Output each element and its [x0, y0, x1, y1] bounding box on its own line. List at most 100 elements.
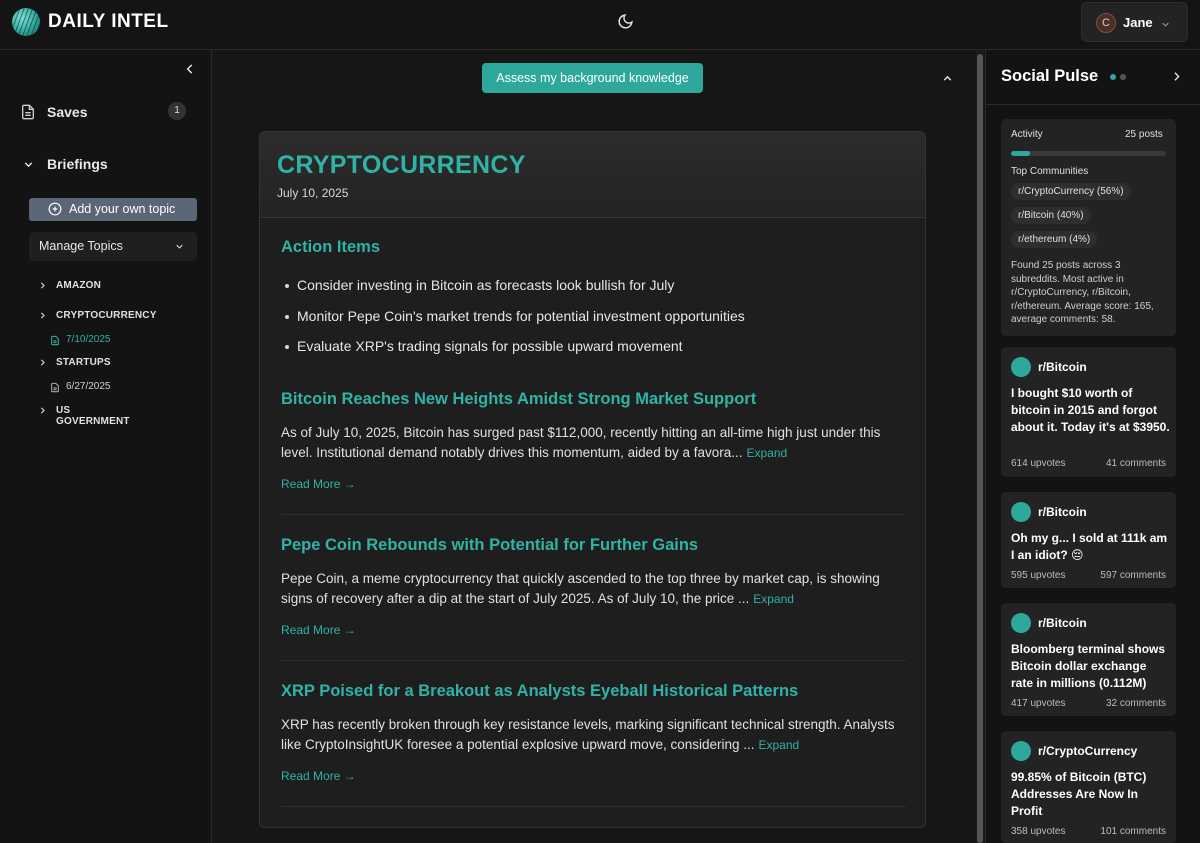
sidebar-item-saves[interactable]: Saves 1: [20, 102, 190, 124]
add-topic-label: Add your own topic: [69, 202, 176, 216]
post-upvotes: 614 upvotes: [1011, 458, 1066, 469]
social-post[interactable]: r/Bitcoin Oh my g... I sold at 111k am I…: [1001, 492, 1176, 588]
divider: [986, 104, 1200, 105]
expand-link[interactable]: Expand: [753, 592, 794, 606]
document-icon: [50, 382, 60, 396]
chevron-down-icon: [22, 158, 35, 176]
divider: [281, 660, 906, 661]
post-comments: 41 comments: [1105, 458, 1166, 469]
date-label: 6/27/2025: [66, 381, 111, 392]
document-icon: [50, 335, 60, 349]
chevron-up-icon[interactable]: [941, 72, 954, 90]
article-title[interactable]: Bitcoin Reaches New Heights Amidst Stron…: [281, 390, 756, 409]
post-text: Bloomberg terminal shows Bitcoin dollar …: [1011, 642, 1166, 690]
chevron-right-icon: [38, 406, 47, 418]
assess-knowledge-button[interactable]: Assess my background knowledge: [482, 63, 703, 93]
activity-count: 25 posts: [1125, 129, 1163, 140]
chevron-right-icon: [38, 358, 47, 370]
divider: [281, 514, 906, 515]
article-title[interactable]: XRP Poised for a Breakout as Analysts Ey…: [281, 682, 798, 701]
chevron-right-icon: [38, 281, 47, 293]
chevron-down-icon: [1160, 17, 1171, 35]
activity-label: Activity: [1011, 129, 1043, 140]
subreddit-avatar: [1011, 357, 1031, 377]
community-pill[interactable]: r/Bitcoin (40%): [1011, 207, 1091, 224]
community-pill[interactable]: r/ethereum (4%): [1011, 231, 1098, 248]
document-icon: [20, 103, 36, 126]
manage-topics-dropdown[interactable]: Manage Topics: [29, 232, 197, 261]
summary-text: XRP has recently broken through key resi…: [281, 717, 895, 752]
activity-bar-fill: [1011, 151, 1030, 156]
topic-label: STARTUPS: [56, 357, 111, 368]
post-text: 99.85% of Bitcoin (BTC) Addresses Are No…: [1011, 770, 1147, 818]
action-item-text: Monitor Pepe Coin's market trends for po…: [297, 308, 745, 324]
subreddit-avatar: [1011, 741, 1031, 761]
article-summary: Pepe Coin, a meme cryptocurrency that qu…: [281, 569, 906, 609]
social-post[interactable]: r/Bitcoin I bought $10 worth of bitcoin …: [1001, 347, 1176, 477]
post-comments: 32 comments: [1105, 698, 1166, 709]
collapse-sidebar-icon[interactable]: [183, 62, 197, 81]
briefing-date: July 10, 2025: [277, 186, 349, 200]
social-post[interactable]: r/CryptoCurrency 99.85% of Bitcoin (BTC)…: [1001, 731, 1176, 843]
topic-label: US GOVERNMENT: [56, 405, 130, 427]
action-items-title: Action Items: [281, 238, 381, 256]
post-text: Oh my g... I sold at 111k am I an idiot?…: [1011, 531, 1168, 562]
action-item-text: Consider investing in Bitcoin as forecas…: [297, 277, 675, 293]
chevron-right-icon[interactable]: [1170, 70, 1183, 88]
activity-summary: Found 25 posts across 3 subreddits. Most…: [1011, 260, 1154, 325]
sidebar-item-briefings[interactable]: Briefings: [20, 154, 190, 176]
saves-label: Saves: [47, 104, 88, 120]
post-comments: 597 comments: [1100, 570, 1166, 581]
status-dot: [1120, 74, 1126, 80]
summary-text: As of July 10, 2025, Bitcoin has surged …: [281, 425, 881, 460]
read-more-link[interactable]: Read More →: [281, 623, 356, 637]
briefing-title: CRYPTOCURRENCY: [277, 151, 526, 179]
expand-link[interactable]: Expand: [759, 738, 800, 752]
briefings-label: Briefings: [47, 156, 108, 172]
user-menu-button[interactable]: C Jane: [1081, 2, 1188, 42]
dark-mode-icon[interactable]: [617, 13, 634, 35]
expand-link[interactable]: Expand: [747, 446, 788, 460]
post-subreddit: r/CryptoCurrency: [1038, 744, 1138, 758]
brand-name: DAILY INTEL: [48, 11, 169, 32]
briefing-card: CRYPTOCURRENCY July 10, 2025 Action Item…: [259, 131, 926, 828]
main-content: Assess my background knowledge CRYPTOCUR…: [212, 50, 975, 843]
social-pulse-title: Social Pulse: [1001, 67, 1099, 85]
activity-card: Activity 25 posts Top Communities r/Cryp…: [1001, 119, 1176, 336]
main-scrollbar-thumb[interactable]: [977, 54, 983, 843]
divider: [281, 806, 906, 807]
social-post[interactable]: r/Bitcoin Bloomberg terminal shows Bitco…: [1001, 603, 1176, 716]
post-upvotes: 358 upvotes: [1011, 826, 1066, 837]
community-pill[interactable]: r/CryptoCurrency (56%): [1011, 183, 1131, 200]
plus-circle-icon: [48, 202, 62, 219]
top-communities-label: Top Communities: [1011, 166, 1089, 177]
post-text: I bought $10 worth of bitcoin in 2015 an…: [1011, 386, 1170, 434]
logo-icon: [12, 8, 40, 36]
read-more-link[interactable]: Read More →: [281, 477, 356, 491]
chevron-down-icon: [174, 241, 185, 255]
date-label: 7/10/2025: [66, 334, 111, 345]
post-comments: 101 comments: [1100, 826, 1166, 837]
article-summary: XRP has recently broken through key resi…: [281, 715, 906, 755]
saves-count-badge: 1: [168, 102, 186, 120]
read-more-link[interactable]: Read More →: [281, 769, 356, 783]
post-subreddit: r/Bitcoin: [1038, 616, 1087, 630]
action-item-text: Evaluate XRP's trading signals for possi…: [297, 338, 683, 354]
add-topic-button[interactable]: Add your own topic: [29, 198, 197, 221]
post-upvotes: 417 upvotes: [1011, 698, 1066, 709]
activity-bar: [1011, 151, 1166, 156]
article-title[interactable]: Pepe Coin Rebounds with Potential for Fu…: [281, 536, 698, 555]
topic-label: AMAZON: [56, 280, 102, 291]
topic-label: CRYPTOCURRENCY: [56, 310, 157, 321]
social-pulse-panel: Social Pulse Activity 25 posts Top Commu…: [985, 50, 1200, 843]
briefing-header: CRYPTOCURRENCY July 10, 2025: [260, 132, 925, 218]
top-bar: DAILY INTEL C Jane: [0, 0, 1200, 50]
user-name: Jane: [1123, 15, 1153, 30]
status-dot: [1110, 74, 1116, 80]
subreddit-avatar: [1011, 502, 1031, 522]
chevron-right-icon: [38, 311, 47, 323]
post-upvotes: 595 upvotes: [1011, 570, 1066, 581]
article-summary: As of July 10, 2025, Bitcoin has surged …: [281, 423, 906, 463]
avatar: C: [1096, 13, 1116, 33]
post-subreddit: r/Bitcoin: [1038, 505, 1087, 519]
